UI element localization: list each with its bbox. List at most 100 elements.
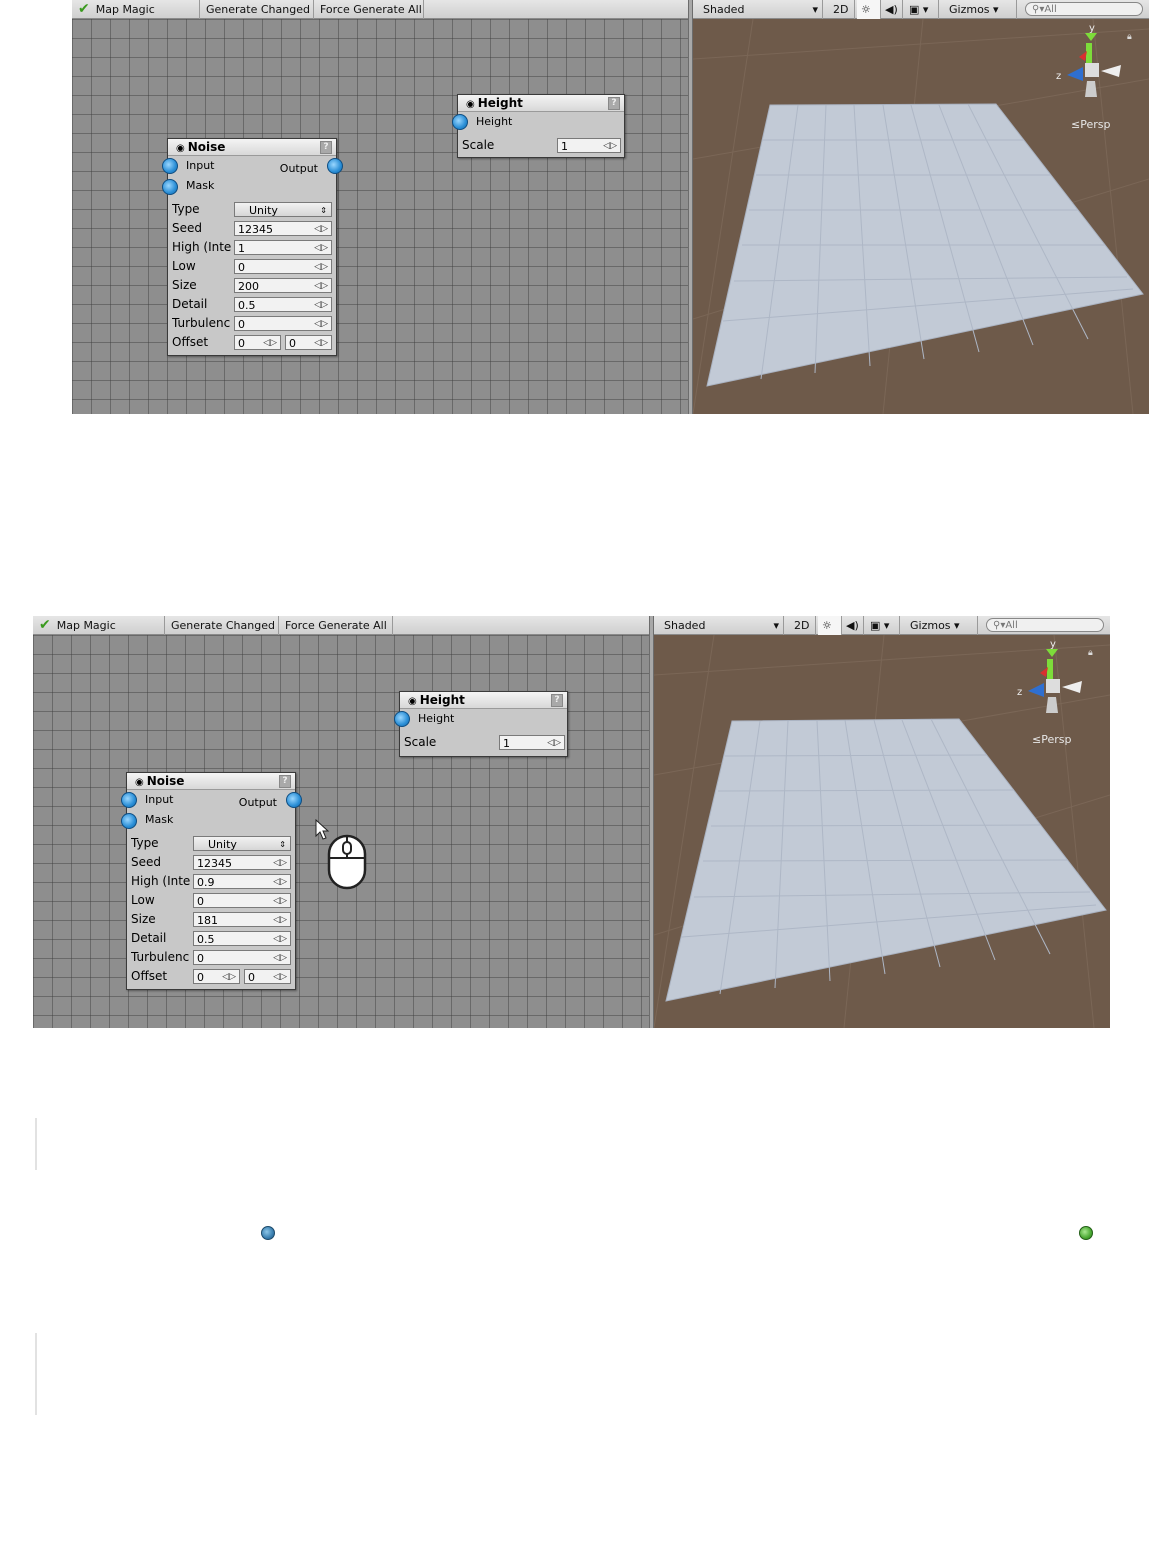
seed-field[interactable]: 12345 ◁▷ <box>234 221 332 236</box>
noise-node-header[interactable]: ◉ Noise ? <box>127 773 295 790</box>
drag-arrows-icon[interactable]: ◁▷ <box>273 856 287 871</box>
scale-param: Scale 1 ◁▷ <box>400 733 567 752</box>
scene-viewport[interactable]: y z <box>693 19 1149 414</box>
search-icon: ⚲▾ <box>1032 4 1045 15</box>
low-field[interactable]: 0 ◁▷ <box>234 259 332 274</box>
eye-icon[interactable]: ◉ <box>408 696 417 707</box>
lock-icon[interactable]: 🔒︎ <box>1088 648 1093 658</box>
type-dropdown[interactable]: Unity ⇕ <box>234 202 332 217</box>
map-magic-button[interactable]: ✔ Map Magic <box>33 616 165 635</box>
drag-arrows-icon[interactable]: ◁▷ <box>314 279 328 294</box>
force-generate-all-button[interactable]: Force Generate All <box>314 0 424 19</box>
height-node-header[interactable]: ◉ Height ? <box>458 95 624 112</box>
drag-arrows-icon[interactable]: ◁▷ <box>263 336 277 351</box>
turbulence-field[interactable]: 0 ◁▷ <box>193 950 291 965</box>
port-icon[interactable] <box>121 792 137 808</box>
scene-viewport[interactable]: y z <box>654 635 1110 1028</box>
help-icon[interactable]: ? <box>551 694 563 707</box>
scale-field[interactable]: 1 ◁▷ <box>499 735 565 750</box>
drag-arrows-icon[interactable]: ◁▷ <box>314 336 328 351</box>
gizmos-dropdown[interactable]: Gizmos ▾ <box>906 616 978 635</box>
low-field[interactable]: 0 ◁▷ <box>193 893 291 908</box>
shading-mode-dropdown[interactable]: Shaded ▾ <box>660 616 784 635</box>
gizmos-dropdown[interactable]: Gizmos ▾ <box>945 0 1017 19</box>
generate-changed-button[interactable]: Generate Changed <box>200 0 314 19</box>
offset-x-field[interactable]: 0 ◁▷ <box>193 969 240 984</box>
map-magic-toolbar: ✔ Map Magic Generate Changed Force Genera… <box>72 0 690 19</box>
drag-arrows-icon[interactable]: ◁▷ <box>273 875 287 890</box>
port-icon[interactable] <box>327 158 343 174</box>
drag-arrows-icon[interactable]: ◁▷ <box>273 932 287 947</box>
size-field[interactable]: 181 ◁▷ <box>193 912 291 927</box>
detail-field[interactable]: 0.5 ◁▷ <box>193 931 291 946</box>
high-field[interactable]: 1 ◁▷ <box>234 240 332 255</box>
height-node[interactable]: ◉ Height ? Height Scale 1 ◁▷ <box>394 691 568 757</box>
port-icon[interactable] <box>452 114 468 130</box>
graph-canvas[interactable] <box>72 19 690 414</box>
eye-icon[interactable]: ◉ <box>176 143 185 154</box>
noise-io-row: Input Output <box>162 156 343 176</box>
size-param: Size 200 ◁▷ <box>168 276 336 295</box>
persp-label[interactable]: ≤Persp <box>1032 733 1071 746</box>
sun-icon[interactable]: ☼ <box>857 0 881 19</box>
scene-view[interactable]: Shaded ▾ 2D ☼ ◀) ▣ ▾ Gizmos ▾ ⚲▾All y z … <box>693 0 1149 414</box>
drag-arrows-icon[interactable]: ◁▷ <box>273 970 287 985</box>
low-param: Low 0 ◁▷ <box>168 257 336 276</box>
drag-arrows-icon[interactable]: ◁▷ <box>314 298 328 313</box>
drag-arrows-icon[interactable]: ◁▷ <box>273 951 287 966</box>
drag-arrows-icon[interactable]: ◁▷ <box>603 139 617 154</box>
turbulence-field[interactable]: 0 ◁▷ <box>234 316 332 331</box>
drag-arrows-icon[interactable]: ◁▷ <box>314 241 328 256</box>
search-input[interactable]: ⚲▾All <box>1025 2 1143 16</box>
high-field[interactable]: 0.9 ◁▷ <box>193 874 291 889</box>
help-icon[interactable]: ? <box>320 141 332 154</box>
port-icon[interactable] <box>286 792 302 808</box>
offset-y-field[interactable]: 0 ◁▷ <box>285 335 332 350</box>
offset-y-field[interactable]: 0 ◁▷ <box>244 969 291 984</box>
eye-icon[interactable]: ◉ <box>135 777 144 788</box>
port-icon[interactable] <box>162 158 178 174</box>
height-node-header[interactable]: ◉ Height ? <box>400 692 567 709</box>
shading-mode-dropdown[interactable]: Shaded ▾ <box>699 0 823 19</box>
scale-field[interactable]: 1 ◁▷ <box>557 138 621 153</box>
drag-arrows-icon[interactable]: ◁▷ <box>547 736 561 751</box>
audio-icon[interactable]: ◀) <box>881 0 903 19</box>
audio-icon[interactable]: ◀) <box>842 616 864 635</box>
persp-label[interactable]: ≤Persp <box>1071 118 1110 131</box>
height-node[interactable]: ◉ Height ? Height Scale 1 ◁▷ <box>452 94 625 158</box>
detail-field[interactable]: 0.5 ◁▷ <box>234 297 332 312</box>
turbulence-param: Turbulenc 0 ◁▷ <box>127 948 295 967</box>
mode-2d-button[interactable]: 2D <box>790 616 816 635</box>
mode-2d-button[interactable]: 2D <box>829 0 855 19</box>
image-icon[interactable]: ▣ ▾ <box>905 0 939 19</box>
search-input[interactable]: ⚲▾All <box>986 618 1104 632</box>
noise-node-header[interactable]: ◉ Noise ? <box>168 139 336 156</box>
lock-icon[interactable]: 🔒︎ <box>1127 32 1132 42</box>
drag-arrows-icon[interactable]: ◁▷ <box>314 260 328 275</box>
help-icon[interactable]: ? <box>279 775 291 788</box>
noise-node[interactable]: ◉ Noise ? Input Output Mask Type Unity ⇕ S… <box>162 138 343 356</box>
scale-param: Scale 1 ◁▷ <box>458 136 624 155</box>
map-magic-button[interactable]: ✔ Map Magic <box>72 0 200 19</box>
drag-arrows-icon[interactable]: ◁▷ <box>222 970 236 985</box>
drag-arrows-icon[interactable]: ◁▷ <box>273 913 287 928</box>
sun-icon[interactable]: ☼ <box>818 616 842 635</box>
drag-arrows-icon[interactable]: ◁▷ <box>314 317 328 332</box>
type-dropdown[interactable]: Unity ⇕ <box>193 836 291 851</box>
generate-changed-button[interactable]: Generate Changed <box>165 616 279 635</box>
scene-view[interactable]: Shaded ▾ 2D ☼ ◀) ▣ ▾ Gizmos ▾ ⚲▾All y z … <box>654 616 1110 1028</box>
image-icon[interactable]: ▣ ▾ <box>866 616 900 635</box>
drag-arrows-icon[interactable]: ◁▷ <box>314 222 328 237</box>
eye-icon[interactable]: ◉ <box>466 99 475 110</box>
port-icon[interactable] <box>394 711 410 727</box>
size-field[interactable]: 200 ◁▷ <box>234 278 332 293</box>
port-icon[interactable] <box>121 813 137 829</box>
map-magic-toolbar: ✔ Map Magic Generate Changed Force Genera… <box>33 616 651 635</box>
noise-node[interactable]: ◉ Noise ? Input Output Mask Type Unity ⇕ S… <box>121 772 302 990</box>
port-icon[interactable] <box>162 179 178 195</box>
seed-field[interactable]: 12345 ◁▷ <box>193 855 291 870</box>
force-generate-all-button[interactable]: Force Generate All <box>279 616 393 635</box>
help-icon[interactable]: ? <box>608 97 620 110</box>
drag-arrows-icon[interactable]: ◁▷ <box>273 894 287 909</box>
offset-x-field[interactable]: 0 ◁▷ <box>234 335 281 350</box>
